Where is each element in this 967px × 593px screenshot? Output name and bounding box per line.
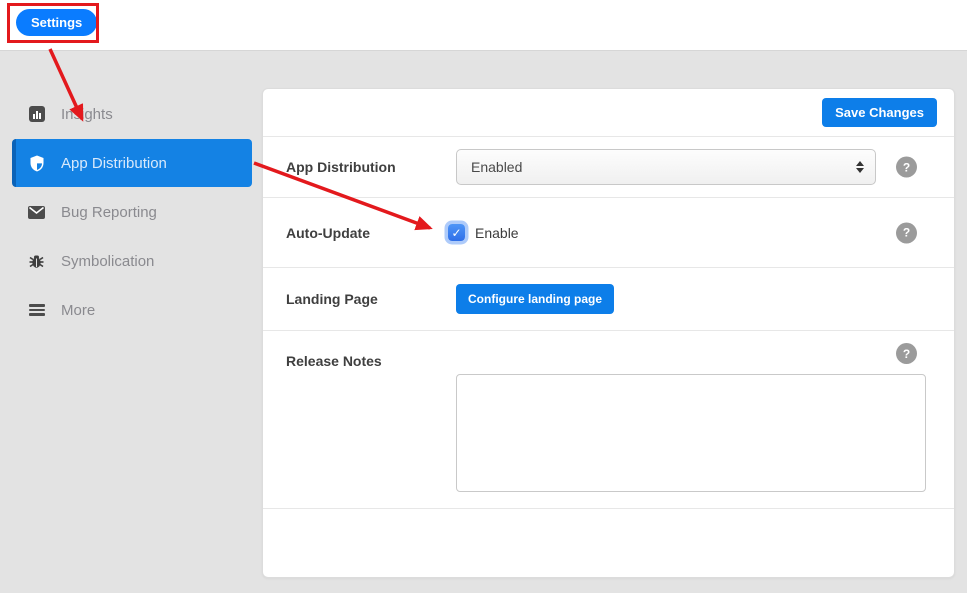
panel-footer [263, 509, 954, 578]
envelope-icon [28, 204, 45, 221]
app-distribution-select[interactable]: Enabled [456, 149, 876, 185]
sidebar-item-more[interactable]: More [12, 286, 252, 334]
panel-toolbar: Save Changes [263, 89, 954, 137]
release-notes-label: Release Notes [286, 353, 382, 369]
auto-update-label: Auto-Update [286, 225, 370, 241]
configure-landing-page-button[interactable]: Configure landing page [456, 284, 614, 314]
bug-icon [28, 253, 45, 270]
settings-button[interactable]: Settings [16, 9, 97, 36]
settings-page: Settings Insights App Distribution [0, 0, 967, 593]
shield-icon [28, 155, 45, 172]
sidebar-item-label: App Distribution [61, 155, 167, 172]
sidebar-item-label: Insights [61, 106, 113, 123]
sidebar: Insights App Distribution Bug Reporting [12, 90, 252, 335]
sidebar-item-label: More [61, 302, 95, 319]
release-notes-textarea[interactable] [456, 374, 926, 492]
sidebar-item-label: Symbolication [61, 253, 154, 270]
save-changes-button[interactable]: Save Changes [822, 98, 937, 127]
sidebar-item-bug-reporting[interactable]: Bug Reporting [12, 188, 252, 236]
landing-page-label: Landing Page [286, 291, 378, 307]
auto-update-checkbox[interactable]: ✓ [448, 224, 465, 241]
top-bar: Settings [0, 0, 967, 51]
sidebar-item-symbolication[interactable]: Symbolication [12, 237, 252, 285]
app-distribution-row: App Distribution Enabled ? [263, 137, 954, 198]
help-icon[interactable]: ? [896, 222, 917, 243]
settings-panel: Save Changes App Distribution Enabled ? … [262, 88, 955, 578]
sidebar-item-insights[interactable]: Insights [12, 90, 252, 138]
sidebar-item-label: Bug Reporting [61, 204, 157, 221]
help-icon[interactable]: ? [896, 343, 917, 364]
selected-option: Enabled [471, 159, 522, 175]
bar-chart-icon [28, 106, 45, 123]
app-distribution-label: App Distribution [286, 159, 396, 175]
release-notes-row: Release Notes ? [263, 331, 954, 509]
landing-page-row: Landing Page Configure landing page [263, 268, 954, 331]
sidebar-item-app-distribution[interactable]: App Distribution [12, 139, 252, 187]
select-stepper-icon [856, 161, 864, 173]
auto-update-row: Auto-Update ✓ Enable ? [263, 198, 954, 268]
auto-update-checkbox-label: Enable [475, 225, 519, 241]
help-icon[interactable]: ? [896, 157, 917, 178]
menu-icon [28, 302, 45, 319]
